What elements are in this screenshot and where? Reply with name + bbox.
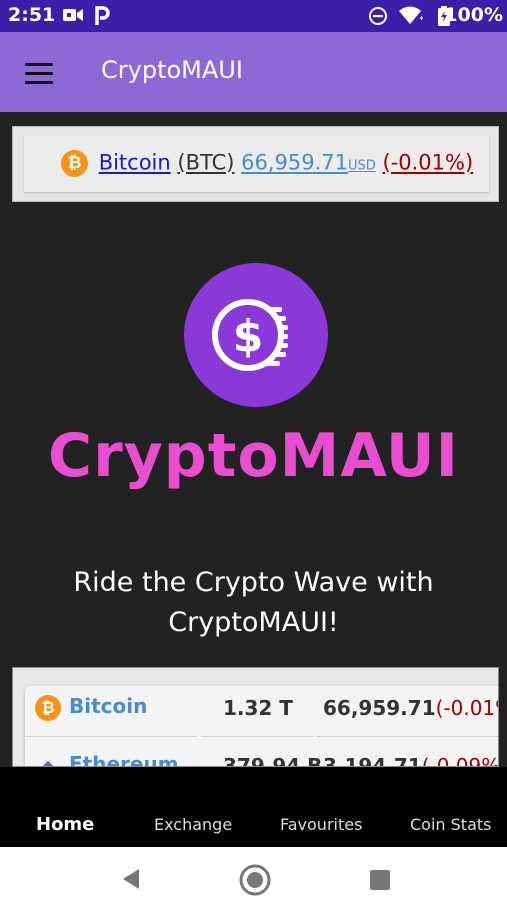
bitcoin-icon: ₿ [61, 150, 88, 177]
coin-table[interactable]: ₿ Bitcoin 1.32 T 66,959.71(-0.01% ◆ Ethe… [12, 667, 499, 767]
ethereum-icon: ◆ [41, 756, 55, 767]
back-icon[interactable] [121, 868, 141, 890]
home-icon[interactable] [238, 863, 272, 897]
tab-home[interactable]: Home [36, 814, 94, 835]
coin-table-card: ₿ Bitcoin 1.32 T 66,959.71(-0.01% ◆ Ethe… [25, 686, 499, 767]
coin-price-cell: 3,194.71(-0.09% [323, 754, 499, 767]
row-divider [25, 736, 197, 737]
coin-change: (-0.01% [435, 696, 498, 720]
row-divider [317, 736, 498, 737]
table-row[interactable]: ◆ Ethereum 379.94 B 3,194.71(-0.09% [25, 744, 499, 767]
coin-price: 3,194.71 [323, 754, 422, 767]
wifi-icon [399, 6, 423, 24]
ticker-coin-symbol[interactable]: (BTC) [177, 151, 234, 175]
system-navigation-bar [0, 847, 507, 906]
tagline-line-1: Ride the Crypto Wave with [73, 567, 434, 598]
recents-icon[interactable] [369, 869, 391, 891]
tagline-line-2: CryptoMAUI! [168, 607, 339, 638]
ticker-currency: USD [348, 158, 376, 174]
coin-market-cap: 379.94 B [223, 754, 323, 767]
coin-price-cell: 66,959.71(-0.01% [323, 696, 498, 720]
ticker-card: ₿ Bitcoin (BTC) 66,959.71USD (-0.01%) [24, 136, 489, 192]
tab-coin-stats[interactable]: Coin Stats [410, 815, 491, 834]
bitcoin-icon: ₿ [35, 695, 61, 721]
ticker-change[interactable]: (-0.01%) [383, 151, 474, 175]
tab-exchange[interactable]: Exchange [154, 815, 232, 834]
dollar-coin-icon: $ [212, 299, 288, 371]
table-row[interactable]: ₿ Bitcoin 1.32 T 66,959.71(-0.01% [25, 686, 498, 736]
hamburger-menu-icon[interactable] [25, 63, 53, 85]
ticker-coin-name-link[interactable]: Bitcoin [99, 151, 171, 175]
status-time: 2:51 [8, 4, 56, 26]
coin-price: 66,959.71 [323, 696, 436, 720]
app-title: CryptoMAUI [101, 56, 243, 84]
status-bar: 2:51 100% [0, 0, 507, 32]
do-not-disturb-icon [369, 7, 387, 25]
tab-favourites[interactable]: Favourites [280, 815, 362, 834]
bottom-tab-bar: Home Exchange Favourites Coin Stats [0, 767, 507, 847]
brand-title: CryptoMAUI [48, 421, 459, 491]
coin-market-cap: 1.32 T [223, 696, 293, 720]
coin-name: Ethereum [69, 752, 179, 767]
parking-icon [95, 6, 110, 25]
price-ticker: ₿ Bitcoin (BTC) 66,959.71USD (-0.01%) [12, 126, 499, 202]
battery-percent: 100% [444, 4, 503, 26]
app-logo: $ [184, 263, 328, 407]
ticker-price[interactable]: 66,959.71 [241, 151, 348, 175]
coin-name: Bitcoin [69, 694, 148, 718]
svg-text:$: $ [233, 311, 264, 362]
video-camera-icon [63, 9, 83, 21]
tagline: Ride the Crypto Wave with CryptoMAUI! [40, 563, 467, 643]
ticker-line: ₿ Bitcoin (BTC) 66,959.71USD (-0.01%) [61, 150, 473, 177]
coin-change: (-0.09% [421, 754, 499, 767]
app-bar: CryptoMAUI [0, 32, 507, 112]
row-divider [201, 736, 313, 737]
